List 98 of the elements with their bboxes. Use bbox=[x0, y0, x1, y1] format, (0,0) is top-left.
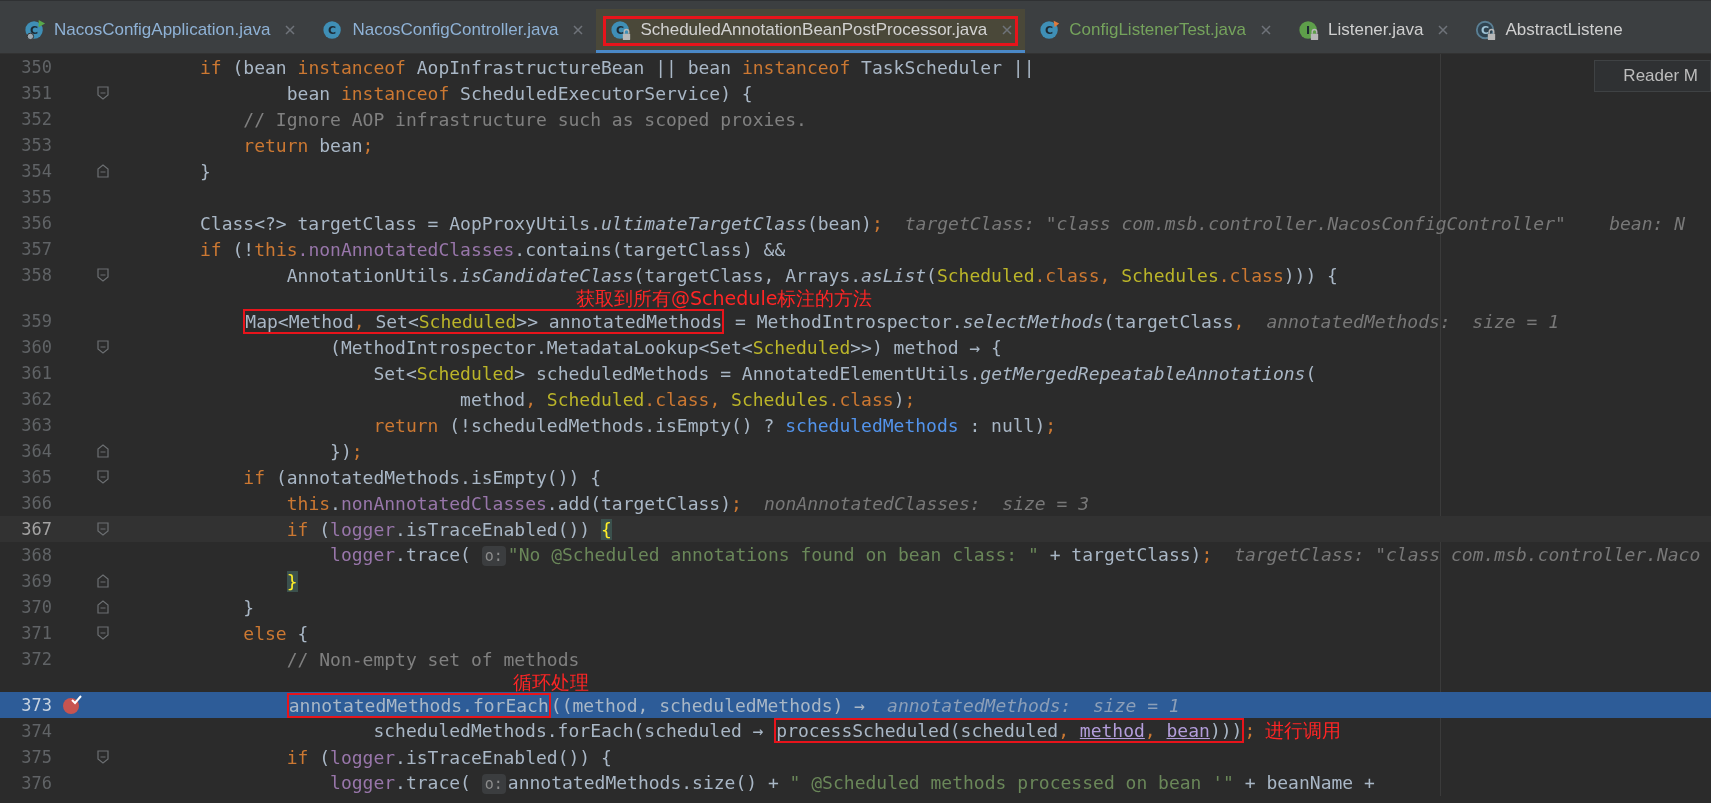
debug-value: nonAnnotatedClasses: size = 3 bbox=[763, 492, 1089, 514]
close-icon[interactable] bbox=[1001, 23, 1014, 36]
file-type-icon: C bbox=[1475, 18, 1498, 41]
close-icon[interactable] bbox=[1260, 23, 1272, 36]
code-text: scheduledMethods.forEach(scheduled → bbox=[373, 720, 765, 741]
line-number: 364 bbox=[20, 441, 52, 461]
fold-icon[interactable] bbox=[96, 600, 110, 614]
code-text: if (annotatedMethods.isEmpty()) { bbox=[243, 466, 601, 488]
code-text: } bbox=[243, 596, 255, 618]
line-number: 352 bbox=[20, 109, 52, 129]
fold-icon[interactable] bbox=[96, 444, 110, 458]
code-text: annotatedMethods.size() + " @Scheduled methods processed on bean '" + beanName + bbox=[507, 772, 1375, 793]
fold-icon[interactable] bbox=[96, 164, 110, 178]
code-text: "No @Scheduled annotations found on bean class: " + targetClass); bbox=[507, 544, 1213, 565]
code-text: // Ignore AOP infrastructure such as scoped proxies. bbox=[243, 108, 807, 130]
line-number: 356 bbox=[20, 213, 52, 233]
editor-tab[interactable]: C ScheduledAnnotationBeanPostProcessor.java bbox=[596, 9, 1026, 53]
editor-tab[interactable]: C AbstractListene bbox=[1461, 9, 1635, 53]
line-number: 363 bbox=[20, 415, 52, 435]
line-number: 359 bbox=[20, 311, 52, 331]
editor-tab[interactable]: C NacosConfigApplication.java bbox=[10, 9, 309, 53]
code-text: = MethodIntrospector.selectMethods(targetClass, bbox=[734, 310, 1245, 332]
line-number: 368 bbox=[20, 545, 52, 565]
code-text: if (logger.isTraceEnabled()) { bbox=[286, 518, 612, 540]
code-text: }); bbox=[330, 440, 363, 462]
annotation-note: 获取到所有@Schedule标注的方法 bbox=[576, 287, 873, 309]
file-type-icon: C bbox=[610, 18, 633, 41]
code-text: else { bbox=[243, 622, 309, 644]
parameter-hint: o: bbox=[481, 546, 506, 566]
code-text: // Non-empty set of methods bbox=[286, 648, 580, 670]
close-icon[interactable] bbox=[572, 23, 585, 36]
parameter-hint: o: bbox=[481, 774, 506, 794]
line-number: 351 bbox=[20, 83, 52, 103]
debug-value: targetClass: "class com.msb.controller.Naco bbox=[1234, 544, 1701, 565]
line-number: 361 bbox=[20, 363, 52, 383]
file-type-icon: I bbox=[1298, 18, 1320, 41]
reader-mode-button[interactable]: Reader M bbox=[1594, 60, 1711, 92]
fold-icon[interactable] bbox=[96, 340, 110, 354]
code-text: method, Scheduled.class, Schedules.class); bbox=[460, 388, 916, 410]
line-number: 362 bbox=[20, 389, 52, 409]
fold-icon[interactable] bbox=[96, 626, 110, 640]
line-number: 370 bbox=[20, 597, 52, 617]
fold-icon[interactable] bbox=[96, 750, 110, 764]
fold-icon[interactable] bbox=[96, 522, 110, 536]
code-text: logger.trace( bbox=[330, 544, 472, 565]
line-number: 357 bbox=[20, 239, 52, 259]
close-icon[interactable] bbox=[284, 23, 297, 36]
code-text: this.nonAnnotatedClasses.add(targetClass); bbox=[286, 492, 742, 514]
code-text: } bbox=[200, 160, 211, 182]
annotation-note: 循环处理 bbox=[512, 671, 589, 693]
code-text: return bean; bbox=[243, 134, 374, 156]
code-text: Set<Scheduled> scheduledMethods = AnnotatedElementUtils.getMergedRepeatableAnnotations( bbox=[373, 362, 1317, 384]
code-text: ; bbox=[1244, 720, 1256, 741]
code-text: if (logger.isTraceEnabled()) { bbox=[286, 746, 612, 768]
line-number: 374 bbox=[20, 721, 52, 741]
annotation-box: annotatedMethods.forEach bbox=[286, 692, 551, 718]
line-number: 358 bbox=[20, 265, 52, 285]
line-number: 353 bbox=[20, 135, 52, 155]
code-text: logger.trace( bbox=[330, 772, 472, 793]
code-text: } bbox=[286, 570, 298, 592]
annotation-note: 进行调用 bbox=[1265, 719, 1342, 741]
line-number: 355 bbox=[20, 187, 52, 207]
debug-value: annotatedMethods: size = 1 bbox=[1266, 310, 1560, 332]
line-number: 366 bbox=[20, 493, 52, 513]
line-number: 350 bbox=[20, 57, 52, 77]
editor-tab[interactable]: C NacosConfigController.java bbox=[308, 9, 597, 53]
fold-icon[interactable] bbox=[96, 86, 110, 100]
annotation-box: processScheduled(scheduled, method, bean))) bbox=[774, 718, 1245, 743]
code-text: if (!this.nonAnnotatedClasses.contains(targetClass) && bbox=[200, 238, 786, 260]
debug-value: annotatedMethods: size = 1 bbox=[887, 694, 1180, 716]
line-number: 360 bbox=[20, 337, 52, 357]
editor-tab[interactable]: C ConfigListenerTest.java bbox=[1025, 9, 1284, 53]
line-number: 375 bbox=[20, 747, 52, 767]
line-number: 372 bbox=[20, 649, 52, 669]
debug-value: targetClass: "class com.msb.controller.NacosConfigController" bean: N bbox=[904, 212, 1685, 234]
close-icon[interactable] bbox=[1437, 23, 1450, 36]
code-text: bean instanceof ScheduledExecutorService) { bbox=[286, 82, 753, 104]
line-number: 373 bbox=[20, 695, 52, 715]
code-text: AnnotationUtils.isCandidateClass(targetClass, Arrays.asList(Scheduled.class, Schedules.class))) { bbox=[286, 264, 1338, 286]
code-text: ((method, scheduledMethods) → bbox=[550, 694, 866, 716]
breakpoint-icon[interactable] bbox=[61, 694, 83, 716]
code-text: Class<?> targetClass = AopProxyUtils.ultimateTargetClass(bean); bbox=[200, 212, 883, 234]
line-number: 369 bbox=[20, 571, 52, 591]
file-type-icon: C bbox=[1039, 18, 1062, 41]
fold-icon[interactable] bbox=[96, 268, 110, 282]
line-number: 367 bbox=[20, 519, 52, 539]
line-number: 376 bbox=[20, 773, 52, 793]
code-text: (MethodIntrospector.MetadataLookup<Set<Scheduled>>) method → { bbox=[330, 336, 1002, 358]
line-number: 365 bbox=[20, 467, 52, 487]
fold-icon[interactable] bbox=[96, 574, 110, 588]
file-type-icon: C bbox=[24, 18, 46, 41]
line-number: 371 bbox=[20, 623, 52, 643]
code-text: if (bean instanceof AopInfrastructureBean || bean instanceof TaskScheduler || bbox=[200, 56, 1035, 78]
code-text: return (!scheduledMethods.isEmpty() ? scheduledMethods : null); bbox=[373, 414, 1057, 436]
editor-tab[interactable]: I Listener.java bbox=[1284, 9, 1462, 53]
fold-icon[interactable] bbox=[96, 470, 110, 484]
annotation-box: Map<Method, Set<Scheduled>> annotatedMethods bbox=[243, 308, 725, 334]
line-number: 354 bbox=[20, 161, 52, 181]
